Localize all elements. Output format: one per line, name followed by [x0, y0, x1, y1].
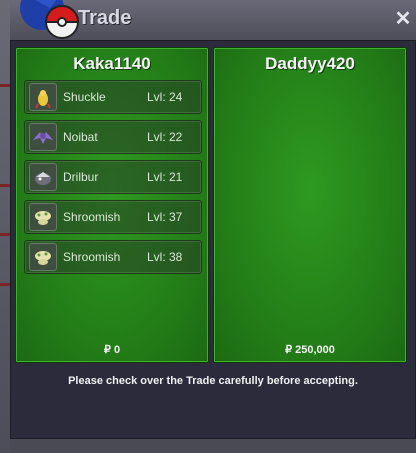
left-money: ₽ 0 [103, 344, 121, 356]
pokemon-level: Lvl: 24 [147, 90, 183, 104]
pokemon-slot[interactable]: Shroomish Lvl: 37 [24, 200, 202, 234]
background-strip [0, 0, 10, 453]
pokemon-name: Shroomish [63, 250, 121, 264]
shroomish-icon [29, 203, 57, 231]
pokemon-name: Shroomish [63, 210, 121, 224]
pokemon-name: Noibat [63, 130, 98, 144]
pokemon-slot[interactable]: Shroomish Lvl: 38 [24, 240, 202, 274]
drilbur-icon [29, 163, 57, 191]
trade-notice: Please check over the Trade carefully be… [68, 375, 358, 387]
title-bar[interactable]: Trade ✕ [10, 0, 416, 41]
pokemon-slot[interactable]: Noibat Lvl: 22 [24, 120, 202, 154]
shuckle-icon [29, 83, 57, 111]
trade-window: Kaka1140 Shuckle Lvl: 24 Noibat Lvl: 22 [10, 40, 416, 439]
pokemon-level: Lvl: 22 [147, 130, 183, 144]
left-offer-panel: Kaka1140 Shuckle Lvl: 24 Noibat Lvl: 22 [15, 47, 209, 363]
left-player-name: Kaka1140 [73, 54, 151, 73]
pokemon-level: Lvl: 21 [147, 170, 183, 184]
pokemon-name: Drilbur [63, 170, 99, 184]
pokemon-slot[interactable]: Drilbur Lvl: 21 [24, 160, 202, 194]
pokemon-slot[interactable]: Shuckle Lvl: 24 [24, 80, 202, 114]
pokemon-level: Lvl: 38 [147, 250, 183, 264]
close-icon[interactable]: ✕ [394, 9, 412, 29]
noibat-icon [29, 123, 57, 151]
right-offer-panel: Daddyy420 ₽ 250,000 [213, 47, 407, 363]
pokemon-level: Lvl: 37 [147, 210, 183, 224]
right-money: ₽ 250,000 [285, 344, 335, 356]
shroomish-icon [29, 243, 57, 271]
window-title: Trade [78, 7, 132, 29]
right-player-name: Daddyy420 [265, 54, 355, 73]
pokeball-logo-icon [20, 0, 80, 39]
left-pokemon-list: Shuckle Lvl: 24 Noibat Lvl: 22 Drilbur L… [24, 80, 202, 280]
pokemon-name: Shuckle [63, 90, 106, 104]
